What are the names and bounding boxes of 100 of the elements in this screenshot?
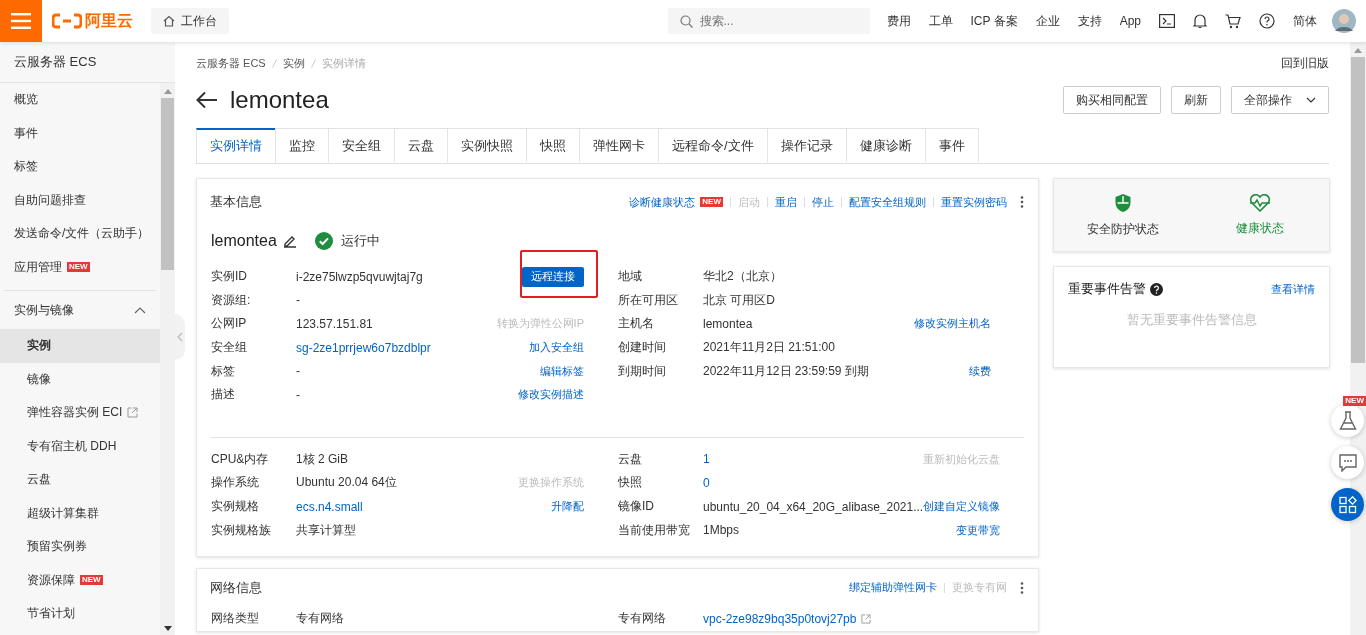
help-icon[interactable] — [1150, 282, 1163, 296]
tab[interactable]: 事件 — [924, 128, 979, 162]
field-label: 标签 — [211, 362, 236, 380]
action-link[interactable]: 创建自定义镜像 — [923, 499, 1001, 515]
new-badge: NEW — [1343, 396, 1366, 406]
logo-icon — [52, 13, 82, 29]
menu-button[interactable] — [0, 0, 42, 42]
action-link[interactable]: 重置实例密码 — [941, 194, 1007, 210]
heart-pulse-icon[interactable] — [1249, 193, 1272, 212]
sidebar-item[interactable]: 预留实例券 — [0, 530, 160, 564]
top-nav-link[interactable]: ICP 备案 — [970, 12, 1018, 30]
action-link[interactable]: 配置安全组规则 — [849, 194, 926, 210]
view-details-link[interactable]: 查看详情 — [1271, 281, 1315, 297]
top-nav-link[interactable]: 工单 — [928, 12, 953, 30]
flask-icon — [1338, 410, 1357, 431]
action-link[interactable]: 诊断健康状态 — [629, 194, 696, 210]
field-value: - — [296, 293, 301, 308]
breadcrumb-link[interactable]: 实例 — [282, 55, 305, 71]
action-link[interactable]: 停止 — [812, 194, 834, 210]
scrollbar[interactable] — [160, 83, 175, 635]
header-button[interactable]: 购买相同配置 — [1063, 86, 1161, 114]
top-nav-link[interactable]: App — [1119, 14, 1141, 28]
chat-icon — [1338, 453, 1357, 472]
field-label: 实例规格 — [211, 498, 260, 516]
field-label: 描述 — [211, 386, 236, 404]
status-label[interactable]: 安全防护状态 — [1086, 220, 1159, 238]
bell-icon[interactable] — [1193, 13, 1207, 29]
sidebar-item[interactable]: 节省计划 — [0, 597, 160, 631]
field-value: Ubuntu 20.04 64位 — [296, 474, 398, 492]
sidebar-item[interactable]: 实例 — [0, 329, 160, 363]
action-link[interactable]: 绑定辅助弹性网卡 — [849, 580, 937, 596]
field-label: 安全组 — [211, 339, 248, 357]
action-link[interactable]: 重启 — [775, 194, 797, 210]
action-link[interactable]: 升降配 — [551, 499, 584, 515]
sidebar-item[interactable]: 自助问题排查 — [0, 183, 160, 217]
sidebar-group[interactable]: 实例与镜像 — [0, 291, 160, 329]
language-menu[interactable]: 简体 — [1293, 12, 1317, 30]
sidebar-item[interactable]: 标签 — [0, 150, 160, 184]
chevron-left-icon — [177, 332, 183, 342]
sidebar-item[interactable]: 超级计算集群 — [0, 496, 160, 530]
top-nav-link[interactable]: 费用 — [886, 12, 911, 30]
top-nav-link[interactable]: 企业 — [1035, 12, 1060, 30]
action-link[interactable]: 修改实例主机名 — [914, 316, 991, 332]
avatar-icon[interactable] — [1332, 9, 1356, 33]
sidebar-item[interactable]: 事件 — [0, 116, 160, 150]
cart-icon[interactable] — [1225, 13, 1241, 29]
field-value: 123.57.151.81 — [296, 317, 374, 331]
breadcrumb-separator-icon — [310, 58, 316, 68]
field-label: 到期时间 — [618, 362, 667, 380]
sidebar-item[interactable]: 专有宿主机 DDH — [0, 429, 160, 463]
action-link[interactable]: 编辑标签 — [540, 363, 584, 379]
sidebar-item[interactable]: 云盘 — [0, 463, 160, 497]
action-link[interactable]: 加入安全组 — [529, 340, 584, 356]
value-link[interactable]: 0 — [703, 475, 924, 490]
more-icon[interactable] — [1020, 196, 1024, 208]
status-text: 运行中 — [340, 232, 380, 250]
back-arrow-icon[interactable] — [196, 91, 218, 109]
card-title: 基本信息 — [210, 193, 263, 211]
action-link[interactable]: 续费 — [969, 363, 991, 379]
scroll-down-icon[interactable] — [163, 626, 172, 631]
scrollbar-thumb[interactable] — [161, 98, 174, 270]
card-title: 网络信息 — [210, 578, 263, 597]
old-version-link[interactable]: 回到旧版 — [1281, 54, 1329, 72]
action-link[interactable]: 变更带宽 — [956, 522, 1001, 538]
value-link[interactable]: sg-2ze1prrjew6o7bzdblpr — [296, 340, 497, 355]
field-value: ubuntu_20_04_x64_20G_alibase_2021... — [703, 499, 924, 514]
value-link[interactable]: 1 — [703, 452, 924, 467]
header-button[interactable]: 刷新 — [1171, 86, 1221, 114]
new-badge: NEW — [67, 262, 90, 273]
help-icon[interactable] — [1259, 13, 1275, 29]
tab[interactable]: 实例详情 — [196, 128, 276, 163]
top-nav-link[interactable]: 支持 — [1077, 12, 1102, 30]
pencil-icon[interactable] — [282, 234, 297, 248]
breadcrumb-link[interactable]: 云服务器 ECS — [196, 55, 266, 71]
search-field[interactable]: 搜索... — [667, 8, 870, 34]
sidebar-item[interactable]: 弹性容器实例 ECI — [0, 396, 160, 430]
scrollbar-thumb[interactable] — [1351, 57, 1365, 363]
field-label: 资源组: — [211, 291, 252, 309]
value-link[interactable]: ecs.n4.small — [296, 499, 518, 514]
workbench-button[interactable]: 工作台 — [151, 8, 229, 34]
field-value: lemontea — [703, 317, 754, 331]
terminal-icon[interactable] — [1159, 14, 1175, 28]
collapse-handle[interactable] — [175, 314, 185, 360]
action-link[interactable]: 修改实例描述 — [518, 387, 584, 403]
sidebar-item[interactable]: 应用管理 NEW — [0, 250, 160, 284]
sidebar-item[interactable]: 概览 — [0, 83, 160, 117]
more-icon[interactable] — [1020, 581, 1024, 594]
shield-icon[interactable] — [1113, 192, 1132, 213]
field-value: 共享计算型 — [296, 521, 357, 539]
field-label: 创建时间 — [618, 339, 667, 357]
status-label[interactable]: 健康状态 — [1236, 219, 1285, 237]
logo-text: 阿里云 — [85, 10, 133, 31]
remote-connect-button[interactable]: 远程连接 — [522, 266, 584, 287]
value-link[interactable]: vpc-2ze98z9bq35p0tovj27pb — [703, 611, 857, 626]
header-button[interactable]: 全部操作 — [1231, 86, 1329, 114]
sidebar-item[interactable]: 发送命令/文件（云助手） — [0, 217, 160, 251]
field-label: 地域 — [618, 268, 643, 286]
sidebar-item[interactable]: 镜像 — [0, 362, 160, 396]
field-value: 1Mbps — [703, 523, 741, 538]
sidebar-item[interactable]: 资源保障 NEW — [0, 563, 160, 597]
